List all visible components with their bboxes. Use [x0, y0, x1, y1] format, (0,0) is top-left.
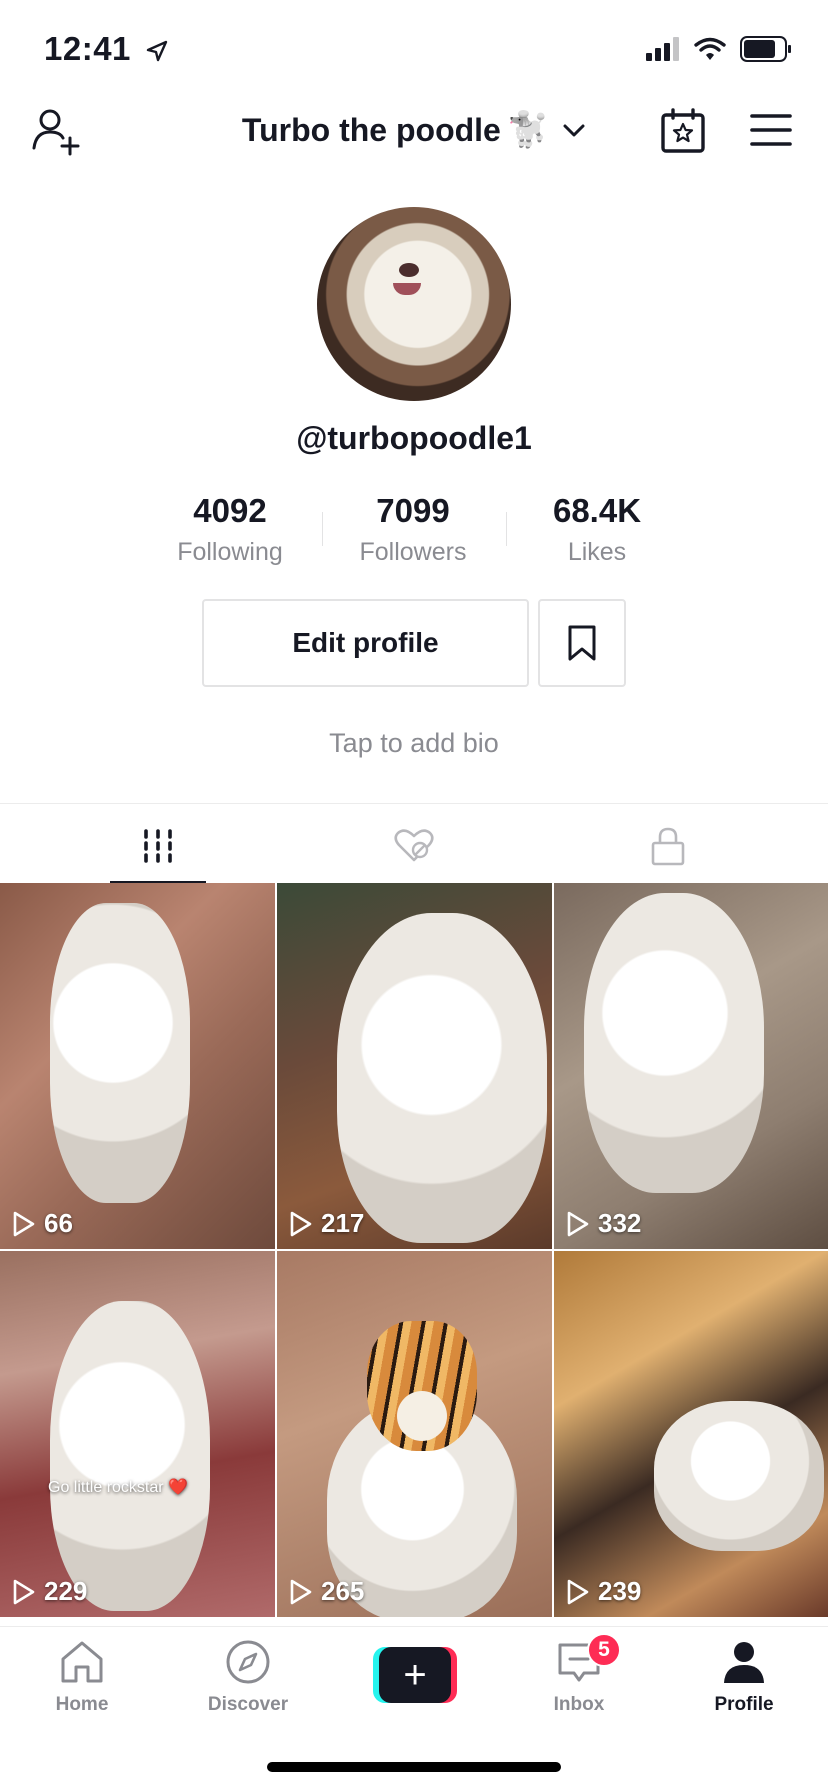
following-label: Following [177, 538, 283, 566]
nav-discover[interactable]: Discover [188, 1639, 308, 1716]
video-thumbnail[interactable]: 332 [554, 883, 828, 1249]
view-count-text: 66 [44, 1208, 73, 1238]
video-thumbnail[interactable]: 217 [277, 883, 552, 1249]
video-thumbnail[interactable]: 239 [554, 1251, 828, 1617]
play-icon [290, 1211, 312, 1236]
likes-label: Likes [567, 538, 627, 566]
view-count: 239 [566, 1576, 641, 1607]
view-count-text: 332 [598, 1208, 642, 1238]
view-count-text: 265 [321, 1576, 365, 1606]
view-count: 265 [289, 1576, 364, 1607]
hamburger-menu-icon[interactable] [750, 112, 792, 148]
nav-profile-label: Profile [714, 1694, 774, 1715]
view-count: 332 [566, 1208, 641, 1239]
liked-hidden-icon [394, 829, 434, 862]
plus-icon: + [379, 1647, 451, 1703]
play-icon [290, 1579, 312, 1604]
tab-private[interactable] [638, 824, 698, 868]
view-count: 229 [12, 1576, 87, 1607]
clock-text: 12:41 [44, 30, 131, 67]
profile-header: Turbo the poodle 🐩 [0, 100, 828, 164]
lock-icon [651, 827, 685, 866]
calendar-star-icon[interactable] [660, 108, 706, 154]
create-button[interactable]: + [373, 1647, 457, 1703]
home-indicator [267, 1762, 561, 1772]
profile-stats: 4092 Following 7099 Followers 68.4K Like… [0, 492, 828, 572]
favorites-button[interactable] [538, 599, 626, 687]
video-grid: 66 217 332 Go little rockstar ❤️ 229 265 [0, 883, 828, 1623]
nav-home-label: Home [55, 1694, 109, 1715]
stat-following[interactable]: 4092 Following [138, 492, 322, 567]
compass-icon [226, 1640, 270, 1684]
account-name: Turbo the poodle [241, 112, 501, 148]
video-thumbnail[interactable]: 66 [0, 883, 275, 1249]
play-icon [567, 1579, 589, 1604]
tab-videos[interactable] [128, 824, 188, 868]
stat-followers[interactable]: 7099 Followers [321, 492, 505, 567]
play-icon [567, 1211, 589, 1236]
edit-profile-button[interactable]: Edit profile [202, 599, 529, 687]
stat-likes[interactable]: 68.4K Likes [505, 492, 689, 567]
play-icon [13, 1579, 35, 1604]
likes-count: 68.4K [552, 492, 642, 529]
video-thumbnail[interactable]: Go little rockstar ❤️ 229 [0, 1251, 275, 1617]
video-thumbnail[interactable]: 265 [277, 1251, 552, 1617]
username: @turbopoodle1 [296, 420, 532, 456]
poodle-emoji: 🐩 [506, 111, 550, 149]
view-count-text: 229 [44, 1576, 88, 1606]
video-caption: Go little rockstar ❤️ [48, 1479, 188, 1496]
grid-icon [144, 829, 172, 863]
bio-placeholder[interactable]: Tap to add bio [0, 728, 828, 759]
home-icon [61, 1641, 103, 1683]
nav-discover-label: Discover [207, 1694, 289, 1715]
followers-count: 7099 [376, 492, 450, 529]
following-count: 4092 [193, 492, 267, 529]
view-count-text: 239 [598, 1576, 642, 1606]
followers-label: Followers [359, 538, 467, 566]
location-arrow-icon [146, 40, 167, 62]
bookmark-icon [568, 625, 596, 661]
view-count: 66 [12, 1208, 73, 1239]
status-indicators [646, 36, 792, 62]
signal-icon [646, 37, 679, 61]
view-count: 217 [289, 1208, 364, 1239]
tiger-filter-face [367, 1321, 477, 1451]
nav-profile[interactable]: Profile [684, 1639, 804, 1716]
status-time: 12:41 [44, 30, 169, 68]
content-tabs [0, 803, 828, 885]
avatar[interactable] [317, 207, 511, 401]
battery-icon [740, 36, 791, 62]
wifi-icon [694, 37, 726, 60]
nav-inbox-label: Inbox [553, 1694, 605, 1715]
tab-liked[interactable] [384, 824, 444, 868]
chevron-down-icon [563, 124, 585, 137]
nav-home[interactable]: Home [22, 1639, 142, 1716]
play-icon [13, 1211, 35, 1236]
profile-icon [724, 1642, 764, 1683]
nav-inbox[interactable]: 5 Inbox [519, 1633, 639, 1716]
view-count-text: 217 [321, 1208, 365, 1238]
inbox-badge: 5 [587, 1633, 621, 1667]
status-bar: 12:41 [0, 0, 828, 100]
